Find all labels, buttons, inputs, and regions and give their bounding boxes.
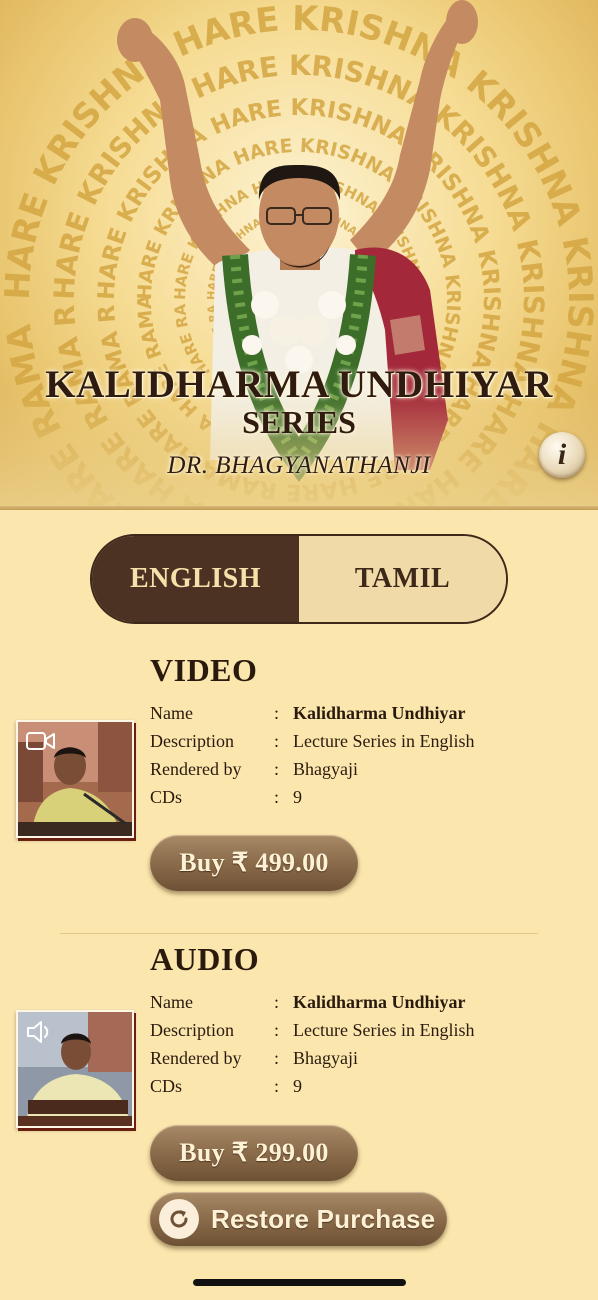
detail-colon: :	[274, 759, 280, 779]
detail-value: Kalidharma Undhiyar	[293, 703, 466, 723]
video-camera-icon	[26, 732, 55, 750]
detail-label: Name	[150, 703, 193, 723]
detail-label: Rendered by	[150, 1048, 242, 1068]
video-detail-rendered-by: Rendered by : Bhagyaji	[150, 759, 358, 785]
detail-value: Bhagyaji	[293, 759, 358, 779]
detail-colon: :	[274, 731, 280, 751]
hero-divider	[0, 506, 598, 510]
hero-author: DR. BHAGYANATHANJI	[167, 452, 431, 479]
detail-colon: :	[274, 1048, 280, 1068]
detail-colon: :	[274, 703, 280, 723]
home-indicator[interactable]	[193, 1279, 406, 1286]
hero-title: KALIDHARMA UNDHIYAR	[45, 363, 553, 406]
audio-thumbnail[interactable]	[16, 1010, 134, 1128]
detail-label: Description	[150, 1020, 234, 1040]
section-divider	[60, 933, 538, 934]
buy-video-button[interactable]: Buy ₹ 499.00	[150, 835, 358, 891]
audio-detail-rendered-by: Rendered by : Bhagyaji	[150, 1048, 358, 1074]
video-detail-name: Name : Kalidharma Undhiyar	[150, 703, 466, 729]
info-button[interactable]: i	[539, 432, 585, 478]
audio-detail-description: Description : Lecture Series in English	[150, 1020, 474, 1046]
detail-label: Description	[150, 731, 234, 751]
detail-label: CDs	[150, 1076, 183, 1096]
audio-detail-name: Name : Kalidharma Undhiyar	[150, 992, 466, 1018]
audio-detail-cds: CDs : 9	[150, 1076, 302, 1102]
restore-purchase-label: Restore Purchase	[211, 1203, 436, 1234]
tab-english[interactable]: ENGLISH	[92, 536, 299, 622]
detail-value: 9	[293, 1076, 302, 1096]
detail-value: Bhagyaji	[293, 1048, 358, 1068]
hero-subtitle: SERIES	[242, 404, 356, 440]
detail-value: 9	[293, 787, 302, 807]
video-detail-description: Description : Lecture Series in English	[150, 731, 474, 757]
detail-colon: :	[274, 1020, 280, 1040]
detail-colon: :	[274, 787, 280, 807]
detail-label: Name	[150, 992, 193, 1012]
detail-value: Lecture Series in English	[293, 731, 475, 751]
video-heading: VIDEO	[150, 652, 258, 688]
video-detail-cds: CDs : 9	[150, 787, 302, 813]
detail-value: Kalidharma Undhiyar	[293, 992, 466, 1012]
audio-heading: AUDIO	[150, 941, 260, 977]
info-icon: i	[557, 438, 567, 471]
video-thumbnail[interactable]	[16, 720, 134, 838]
detail-label: CDs	[150, 787, 183, 807]
refresh-icon	[159, 1199, 199, 1239]
language-segmented-control: ENGLISH TAMIL	[90, 534, 508, 624]
detail-colon: :	[274, 1076, 280, 1096]
detail-value: Lecture Series in English	[293, 1020, 475, 1040]
detail-label: Rendered by	[150, 759, 242, 779]
buy-audio-button[interactable]: Buy ₹ 299.00	[150, 1125, 358, 1181]
tab-tamil[interactable]: TAMIL	[299, 536, 506, 622]
restore-purchase-button[interactable]: Restore Purchase	[150, 1192, 447, 1246]
speaker-icon	[27, 1021, 49, 1043]
detail-colon: :	[274, 992, 280, 1012]
hero-banner: HARE KRISHNA HARE KRISHNA KRISHNA KRISHN…	[0, 0, 598, 510]
